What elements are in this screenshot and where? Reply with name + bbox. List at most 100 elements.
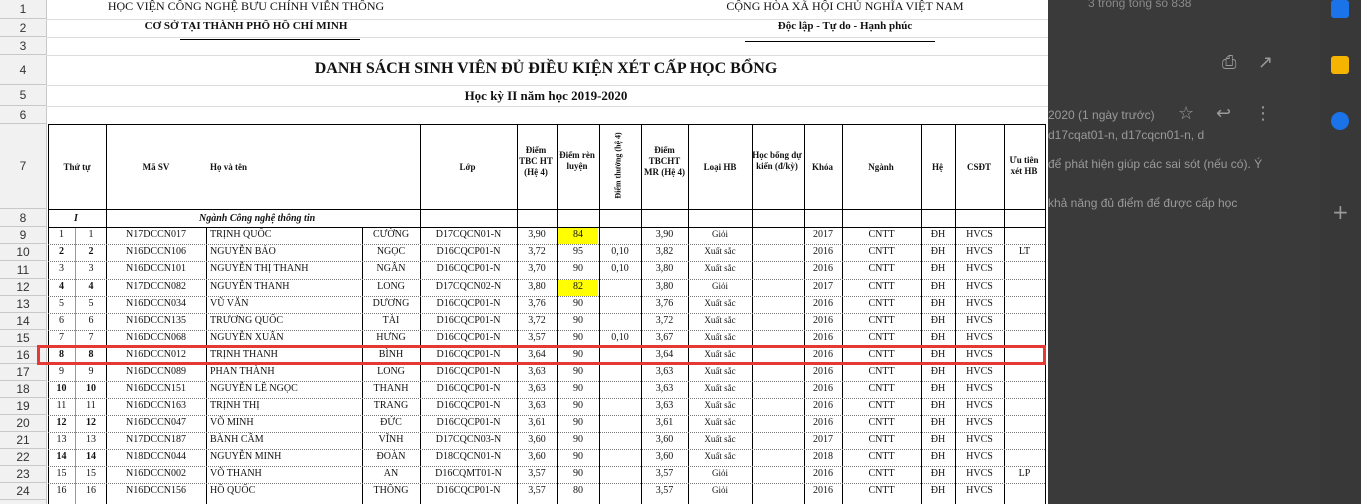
cell-ut[interactable]: LP	[1004, 468, 1045, 479]
cell-thuong[interactable]: 0,10	[599, 263, 641, 274]
cell-ten[interactable]: TÀI	[362, 315, 420, 326]
cell-mr[interactable]: 3,63	[641, 400, 688, 411]
cell-cs[interactable]: HVCS	[955, 485, 1004, 496]
cell-masv[interactable]: N16DCCN002	[106, 468, 206, 479]
cell-mr[interactable]: 3,63	[641, 383, 688, 394]
cell-loai[interactable]: Xuất sắc	[688, 434, 752, 444]
cell-thuong[interactable]: 0,10	[599, 332, 641, 343]
cell-ho[interactable]: NGUYỄN BẢO	[210, 246, 360, 257]
cell-masv[interactable]: N16DCCN089	[106, 366, 206, 377]
cell-ten[interactable]: HƯNG	[362, 332, 420, 343]
cell-nganh[interactable]: CNTT	[842, 434, 921, 445]
cell-tbc[interactable]: 3,60	[517, 451, 557, 462]
cell-khoa[interactable]: 2016	[804, 263, 842, 274]
cell-b[interactable]: 10	[76, 383, 106, 394]
cell-he[interactable]: ĐH	[921, 229, 955, 240]
cell-masv[interactable]: N16DCCN034	[106, 298, 206, 309]
cell-loai[interactable]: Giỏi	[688, 229, 752, 239]
cell-tbc[interactable]: 3,57	[517, 485, 557, 496]
cell-b[interactable]: 1	[76, 229, 106, 240]
cell-nganh[interactable]: CNTT	[842, 383, 921, 394]
row-header-3[interactable]: 3	[0, 37, 46, 55]
cell-tbc[interactable]: 3,70	[517, 263, 557, 274]
cell-lop[interactable]: D16CQCP01-N	[420, 417, 517, 428]
cell-nganh[interactable]: CNTT	[842, 298, 921, 309]
cell-khoa[interactable]: 2017	[804, 281, 842, 292]
cell-thuong[interactable]: 0,10	[599, 246, 641, 257]
cell-he[interactable]: ĐH	[921, 315, 955, 326]
cell-masv[interactable]: N16DCCN106	[106, 246, 206, 257]
cell-ho[interactable]: BÀNH CẦM	[210, 434, 360, 445]
cell-b[interactable]: 14	[76, 451, 106, 462]
cell-lop[interactable]: D16CQCP01-N	[420, 263, 517, 274]
cell-ho[interactable]: VÕ THANH	[210, 468, 360, 479]
cell-khoa[interactable]: 2016	[804, 332, 842, 343]
cell-nganh[interactable]: CNTT	[842, 246, 921, 257]
cell-khoa[interactable]: 2016	[804, 383, 842, 394]
cell-nganh[interactable]: CNTT	[842, 468, 921, 479]
cell-loai[interactable]: Xuất sắc	[688, 451, 752, 461]
cell-b[interactable]: 2	[76, 246, 106, 257]
row-header-19[interactable]: 19	[0, 398, 46, 415]
cell-loai[interactable]: Xuất sắc	[688, 400, 752, 410]
cell-loai[interactable]: Giỏi	[688, 468, 752, 478]
cell-loai[interactable]: Xuất sắc	[688, 298, 752, 308]
cell-he[interactable]: ĐH	[921, 383, 955, 394]
cell-ten[interactable]: TRANG	[362, 400, 420, 411]
row-header-8[interactable]: 8	[0, 209, 46, 227]
cell-masv[interactable]: N16DCCN101	[106, 263, 206, 274]
cell-b[interactable]: 3	[76, 263, 106, 274]
cell-tbc[interactable]: 3,63	[517, 366, 557, 377]
cell-a[interactable]: 9	[48, 366, 75, 377]
cell-ho[interactable]: NGUYỄN LÊ NGỌC	[210, 383, 360, 394]
cell-cs[interactable]: HVCS	[955, 366, 1004, 377]
cell-cs[interactable]: HVCS	[955, 332, 1004, 343]
cell-tbc[interactable]: 3,76	[517, 298, 557, 309]
cell-rl[interactable]: 90	[557, 400, 599, 411]
tasks-icon[interactable]	[1331, 112, 1349, 130]
cell-lop[interactable]: D18CQCN01-N	[420, 451, 517, 462]
cell-ho[interactable]: VŨ VĂN	[210, 298, 360, 309]
cell-masv[interactable]: N16DCCN156	[106, 485, 206, 496]
cell-lop[interactable]: D16CQMT01-N	[420, 468, 517, 479]
cell-tbc[interactable]: 3,57	[517, 332, 557, 343]
cell-khoa[interactable]: 2018	[804, 451, 842, 462]
cell-nganh[interactable]: CNTT	[842, 263, 921, 274]
cell-a[interactable]: 7	[48, 332, 75, 343]
cell-a[interactable]: 12	[48, 417, 75, 428]
cell-ten[interactable]: AN	[362, 468, 420, 479]
cell-a[interactable]: 14	[48, 451, 75, 462]
cell-nganh[interactable]: CNTT	[842, 281, 921, 292]
row-header-6[interactable]: 6	[0, 106, 46, 124]
cell-ho[interactable]: NGUYỄN MINH	[210, 451, 360, 462]
row-header-24[interactable]: 24	[0, 483, 46, 500]
cell-loai[interactable]: Giỏi	[688, 485, 752, 495]
cell-cs[interactable]: HVCS	[955, 451, 1004, 462]
row-header-13[interactable]: 13	[0, 296, 46, 313]
spreadsheet-viewer[interactable]: 1 2 3 4 5 6 7 8 9 10 11 12 13 14 15 16 17 18 19 20 21 22 23 24 …	[0, 0, 1048, 504]
cell-ten[interactable]: THÔNG	[362, 485, 420, 496]
cell-masv[interactable]: N17DCCN187	[106, 434, 206, 445]
cell-b[interactable]: 16	[76, 485, 106, 496]
calendar-icon[interactable]	[1331, 0, 1349, 18]
row-header-4[interactable]: 4	[0, 55, 46, 85]
row-header-11[interactable]: 11	[0, 261, 46, 279]
cell-he[interactable]: ĐH	[921, 263, 955, 274]
row-header-20[interactable]: 20	[0, 415, 46, 432]
row-header-10[interactable]: 10	[0, 244, 46, 261]
cell-nganh[interactable]: CNTT	[842, 315, 921, 326]
cell-rl[interactable]: 90	[557, 366, 599, 377]
cell-mr[interactable]: 3,80	[641, 263, 688, 274]
cell-rl[interactable]: 90	[557, 298, 599, 309]
cell-loai[interactable]: Xuất sắc	[688, 263, 752, 273]
cell-ho[interactable]: NGUYỄN THANH	[210, 281, 360, 292]
cell-he[interactable]: ĐH	[921, 281, 955, 292]
cell-a[interactable]: 2	[48, 246, 75, 257]
cell-rl[interactable]: 90	[557, 451, 599, 462]
cell-lop[interactable]: D16CQCP01-N	[420, 383, 517, 394]
keep-icon[interactable]	[1331, 56, 1349, 74]
cell-lop[interactable]: D16CQCP01-N	[420, 298, 517, 309]
cell-mr[interactable]: 3,57	[641, 468, 688, 479]
cell-ten[interactable]: LONG	[362, 366, 420, 377]
cell-b[interactable]: 9	[76, 366, 106, 377]
